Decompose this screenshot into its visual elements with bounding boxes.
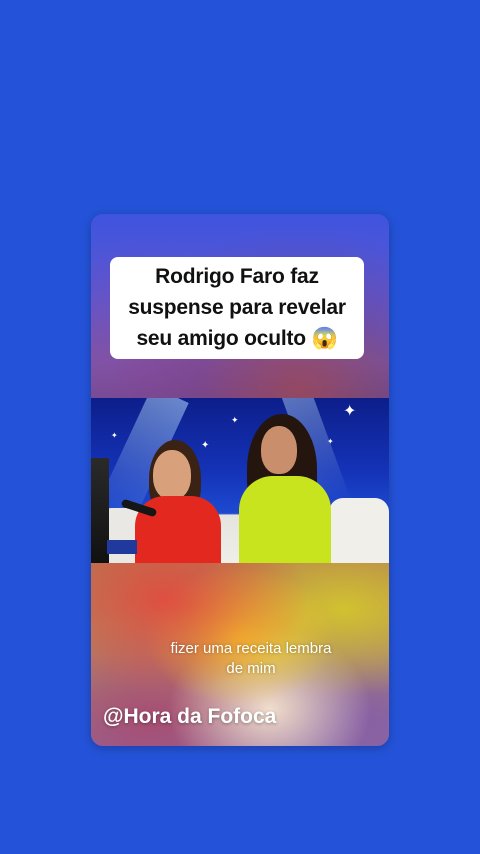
- guest-face: [261, 426, 297, 474]
- sparkle-icon: ✦: [343, 403, 357, 420]
- sparkle-icon: ✦: [231, 415, 239, 425]
- account-watermark: @Hora da Fofoca: [103, 705, 277, 728]
- video-subtitle: fizer uma receita lembra de mim: [146, 639, 356, 679]
- sparkle-icon: ✦: [111, 431, 118, 440]
- caption-title-line-2: suspense para revelar: [128, 296, 346, 319]
- post-card[interactable]: Rodrigo Faro faz suspense para revelar s…: [91, 214, 389, 746]
- video-frame[interactable]: ✦ ✦ ✦ ✦ ✦: [91, 398, 389, 563]
- tv-channel-logo: [365, 538, 385, 554]
- subtitle-line-2: de mim: [226, 660, 276, 677]
- guest-face: [153, 450, 191, 500]
- sparkle-icon: ✦: [327, 437, 334, 446]
- caption-title: Rodrigo Faro faz suspense para revelar s…: [110, 261, 364, 354]
- sparkle-icon: ✦: [201, 440, 210, 451]
- subtitle-line-1: fizer uma receita lembra: [170, 640, 332, 657]
- guest-yellow-outfit: [239, 476, 331, 563]
- caption-title-line-3: seu amigo oculto 😱: [136, 327, 338, 350]
- caption-title-line-1: Rodrigo Faro faz: [155, 265, 319, 288]
- tv-channel-logo: [107, 540, 137, 554]
- screen: Rodrigo Faro faz suspense para revelar s…: [0, 0, 480, 854]
